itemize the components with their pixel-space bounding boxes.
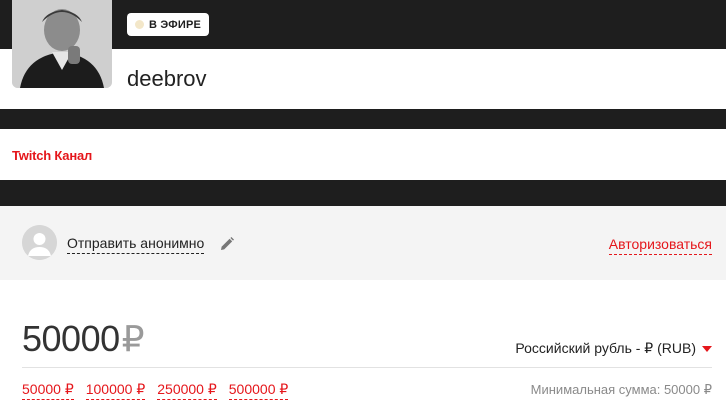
pencil-icon[interactable]: [219, 236, 235, 252]
header-separator-band: [0, 109, 726, 129]
send-anonymously-toggle[interactable]: Отправить анонимно: [67, 235, 205, 254]
preset-amount[interactable]: 250000 ₽: [157, 381, 217, 400]
preset-amount[interactable]: 500000 ₽: [228, 381, 289, 400]
amount-currency-symbol: ₽: [121, 318, 145, 359]
amount-input[interactable]: 50000 ₽: [22, 318, 145, 360]
currency-select-value: Российский рубль - ₽ (RUB): [515, 340, 696, 356]
twitch-channel-link[interactable]: Twitch Канал: [12, 148, 92, 163]
links-band: [0, 129, 726, 180]
preset-amount[interactable]: 100000 ₽: [85, 381, 146, 400]
live-badge-label: В ЭФИРЕ: [149, 18, 202, 31]
login-link[interactable]: Авторизоваться: [608, 236, 712, 255]
preset-amount[interactable]: 50000 ₽: [22, 381, 74, 400]
amount-value[interactable]: 50000: [22, 318, 120, 360]
links-separator-band: [0, 180, 726, 206]
minimum-amount-note: Минимальная сумма: 50000 ₽: [530, 382, 712, 397]
amount-presets: 50000 ₽ 100000 ₽ 250000 ₽ 500000 ₽: [22, 381, 289, 400]
user-silhouette-icon: [22, 225, 57, 260]
amount-divider: [22, 367, 712, 368]
caret-down-icon: [702, 345, 712, 352]
currency-select[interactable]: Российский рубль - ₽ (RUB): [515, 340, 712, 357]
sender-panel: Отправить анонимно Авторизоваться: [0, 206, 726, 280]
live-badge: В ЭФИРЕ: [127, 13, 210, 36]
channel-name: deebrov: [127, 66, 207, 91]
live-dot-icon: [135, 20, 144, 29]
streamer-avatar: [12, 0, 112, 88]
